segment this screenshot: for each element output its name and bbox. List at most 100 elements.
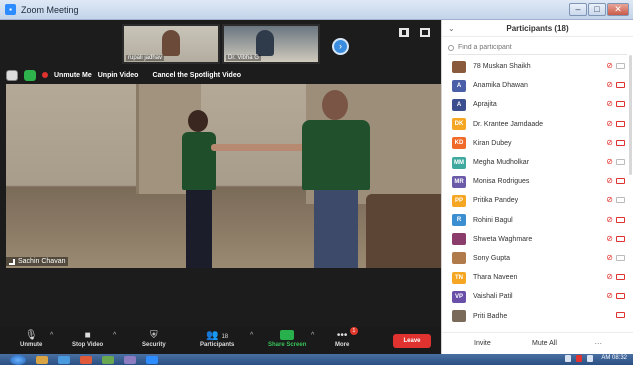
- video-off-icon: [616, 293, 625, 300]
- windows-taskbar: AM 08:32: [0, 354, 633, 365]
- panel-title: Participants (18): [506, 23, 569, 33]
- muted-mic-icon: ⊘: [606, 214, 613, 224]
- participant-row[interactable]: MM Megha Mudholkar ⊘: [442, 153, 633, 172]
- participant-avatar: DK: [452, 118, 466, 131]
- share-options-caret-icon[interactable]: ^: [311, 332, 314, 339]
- panel-header: ⌄ Participants (18): [442, 20, 633, 37]
- participant-row[interactable]: Sony Gupta ⊘: [442, 249, 633, 268]
- video-off-icon: [616, 101, 625, 108]
- cancel-spotlight-button[interactable]: Cancel the Spotlight Video: [152, 72, 241, 79]
- action-center-flag-icon[interactable]: [576, 355, 582, 362]
- participant-avatar: [452, 310, 466, 323]
- participant-avatar: MR: [452, 175, 466, 188]
- participant-row[interactable]: Shweta Waghmare ⊘: [442, 230, 633, 249]
- figure-body: [302, 120, 370, 190]
- invite-button[interactable]: Invite: [474, 340, 491, 347]
- muted-mic-icon: ⊘: [606, 137, 613, 147]
- main-video-feed: [6, 84, 441, 268]
- participant-avatar: [452, 252, 466, 265]
- participant-row[interactable]: TN Thara Naveen ⊘: [442, 268, 633, 287]
- panel-more-button[interactable]: ...: [594, 336, 602, 346]
- thumbnail-video-1[interactable]: rupali jadhav: [122, 24, 220, 64]
- participant-avatar: R: [452, 214, 466, 227]
- start-button[interactable]: [10, 354, 26, 365]
- participant-search-input[interactable]: [458, 44, 608, 51]
- participant-list: 78 Muskan Shaikh ⊘ A Anamika Dhawan ⊘ A Apraji…: [442, 57, 633, 326]
- participants-count: 18: [221, 334, 229, 340]
- network-icon[interactable]: [565, 355, 571, 362]
- participant-row[interactable]: PP Pritika Pandey ⊘: [442, 191, 633, 210]
- participant-row[interactable]: KD Kiran Dubey ⊘: [442, 134, 633, 153]
- browser-icon[interactable]: [80, 355, 92, 364]
- participant-row[interactable]: R Rohini Bagul ⊘: [442, 211, 633, 230]
- participant-row[interactable]: 78 Muskan Shaikh ⊘: [442, 57, 633, 76]
- participant-name: Dr. Krantee Jamdaade: [473, 120, 544, 128]
- mute-all-button[interactable]: Mute All: [532, 340, 557, 347]
- video-off-icon: [616, 82, 625, 89]
- thumbnail-video-2[interactable]: Dr. Vibha G: [222, 24, 320, 64]
- gallery-view-icon[interactable]: [399, 28, 409, 37]
- audio-options-caret-icon[interactable]: ^: [50, 332, 53, 339]
- maximize-button[interactable]: □: [588, 3, 606, 16]
- participant-avatar: [452, 60, 466, 73]
- participant-name: Megha Mudholkar: [473, 159, 530, 167]
- zoom-taskbar-icon[interactable]: [146, 355, 158, 364]
- participant-figure: [162, 30, 180, 56]
- panel-scrollbar[interactable]: [629, 55, 632, 175]
- participants-caret-icon[interactable]: ^: [250, 332, 253, 339]
- muted-mic-icon: ⊘: [606, 156, 613, 166]
- explorer-icon[interactable]: [36, 355, 48, 364]
- next-page-button[interactable]: ›: [332, 38, 349, 55]
- video-off-icon: [616, 139, 625, 146]
- participants-panel: ⌄ Participants (18) 78 Muskan Shaikh ⊘ A An…: [441, 20, 633, 354]
- speaker-figure-1: [178, 110, 222, 268]
- participant-avatar: PP: [452, 194, 466, 207]
- leave-button[interactable]: Leave: [393, 334, 431, 348]
- video-off-icon: [616, 216, 625, 223]
- participant-row[interactable]: MR Monisa Rodrigues ⊘: [442, 172, 633, 191]
- collapse-chevron-icon[interactable]: ⌄: [448, 24, 455, 33]
- unmute-button[interactable]: 🎙 Unmute: [20, 330, 42, 348]
- more-label: More: [335, 342, 350, 348]
- background-sofa: [366, 194, 441, 268]
- more-button[interactable]: ••• 1 More: [335, 327, 358, 348]
- video-off-icon: [616, 235, 625, 242]
- participant-row[interactable]: A Aprajita ⊘: [442, 95, 633, 114]
- participant-row[interactable]: A Anamika Dhawan ⊘: [442, 76, 633, 95]
- fullscreen-icon[interactable]: [420, 28, 430, 37]
- paint-icon[interactable]: [102, 355, 114, 364]
- video-off-icon: [616, 158, 625, 165]
- participant-name: Priti Badhe: [473, 312, 508, 320]
- participant-row[interactable]: VP Vaishali Patil ⊘: [442, 287, 633, 306]
- participant-row[interactable]: Priti Badhe: [442, 306, 633, 325]
- more-badge: 1: [349, 327, 358, 335]
- signal-strength-icon: [9, 258, 15, 265]
- unpin-video-button[interactable]: Unpin Video: [98, 72, 139, 79]
- unmute-me-button[interactable]: Unmute Me: [54, 72, 92, 79]
- system-tray: [565, 355, 593, 362]
- taskbar-clock[interactable]: AM 08:32: [601, 355, 627, 361]
- media-player-icon[interactable]: [58, 355, 70, 364]
- participants-button[interactable]: 👥 18 Participants: [200, 330, 234, 348]
- minimize-button[interactable]: –: [569, 3, 587, 16]
- participant-row[interactable]: DK Dr. Krantee Jamdaade ⊘: [442, 115, 633, 134]
- figure-head: [188, 110, 208, 132]
- volume-icon[interactable]: [587, 355, 593, 362]
- video-off-icon: [616, 254, 625, 261]
- participant-avatar: MM: [452, 156, 466, 169]
- recording-icon: [42, 72, 48, 78]
- security-button[interactable]: ⛨ Security: [142, 330, 166, 348]
- speaker-figure-2: [296, 90, 376, 268]
- close-button[interactable]: ✕: [607, 3, 629, 16]
- muted-mic-icon: ⊘: [606, 291, 613, 301]
- title-bar: ▪ Zoom Meeting – □ ✕: [0, 0, 633, 20]
- figure-head: [322, 90, 348, 120]
- info-icon[interactable]: [6, 69, 18, 81]
- stop-video-button[interactable]: ■ Stop Video: [72, 330, 103, 348]
- video-options-caret-icon[interactable]: ^: [113, 332, 116, 339]
- app-icon[interactable]: [124, 355, 136, 364]
- share-screen-button[interactable]: Share Screen: [268, 330, 306, 348]
- window-controls: – □ ✕: [569, 3, 629, 16]
- muted-mic-icon: ⊘: [606, 80, 613, 90]
- encryption-shield-icon[interactable]: [24, 69, 36, 81]
